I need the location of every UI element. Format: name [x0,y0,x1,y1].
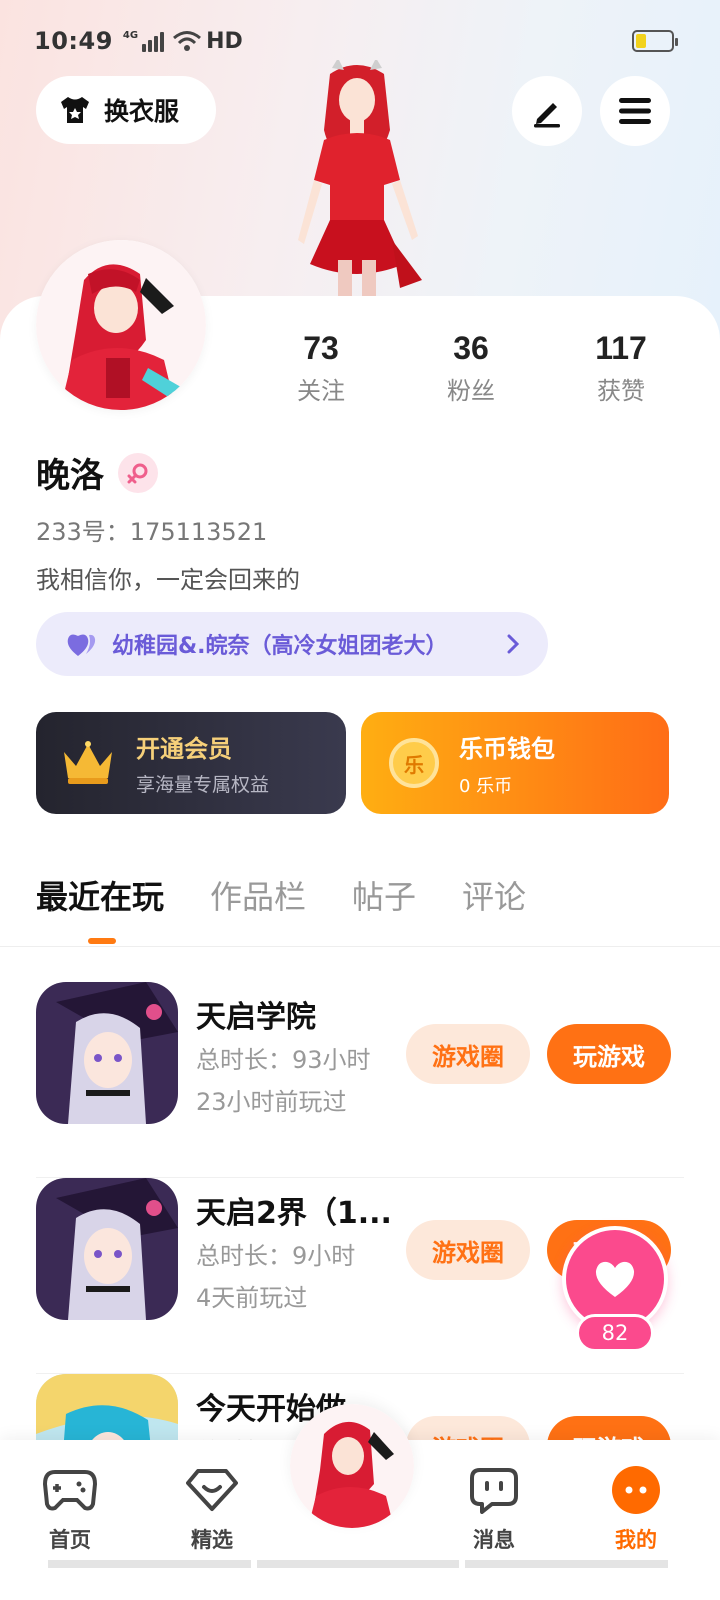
user-name: 晚洛 [36,456,104,496]
avatar[interactable] [36,240,206,410]
game-duration: 总时长：9小时 [196,1242,356,1270]
status-time: 10:49 [34,27,113,55]
game-duration: 总时长：93小时 [196,1046,371,1074]
profile-face-icon [606,1460,666,1520]
coin-glyph: 乐 [404,752,424,777]
female-icon [118,452,158,493]
coin-wallet-card[interactable]: 乐 乐币钱包 0 乐币 [361,712,669,814]
profile-tabs: 最近在玩 作品栏 帖子 评论 [36,872,526,944]
avatar-portrait-image [36,240,206,410]
double-heart-icon [67,634,96,656]
gamepad-icon [40,1460,100,1520]
game-last-played: 23小时前玩过 [196,1088,347,1116]
battery-icon [632,30,678,52]
change-outfit-label: 换衣服 [104,97,180,126]
center-avatar-image [290,1404,414,1528]
heart-icon [595,1261,635,1297]
profile-stats: 73 关注 36 粉丝 117 获赞 [246,330,696,406]
user-bio: 我相信你，一定会回来的 [36,566,300,594]
nav-home-label: 首页 [49,1528,91,1552]
heart-diamond-icon [182,1460,242,1520]
tabs-divider [0,946,720,947]
following-label: 关注 [297,377,345,405]
change-outfit-button[interactable]: 换衣服 [36,76,216,144]
tab-comments[interactable]: 评论 [462,872,526,918]
user-id: 233号：175113521 [36,518,268,546]
game-title: 天启2界（1... [196,1196,392,1231]
menu-button[interactable] [600,76,670,146]
name-row: 晚洛 [36,448,158,497]
nav-featured[interactable]: 精选 [162,1460,262,1554]
group-chip[interactable]: 幼稚园&.皖奈（高冷女姐团老大） [36,612,548,676]
list-item[interactable]: 天启学院 总时长：93小时 23小时前玩过 游戏圈 玩游戏 [36,982,684,1178]
hd-indicator: HD [206,28,243,54]
edit-profile-button[interactable] [512,76,582,146]
followers-count: 36 [453,330,489,366]
game-last-played: 4天前玩过 [196,1284,308,1312]
chat-icon [464,1460,524,1520]
followers-stat[interactable]: 36 粉丝 [396,330,546,406]
nav-home[interactable]: 首页 [20,1460,120,1554]
status-bar: 10:49 4G HD [34,24,678,58]
group-name: 幼稚园&.皖奈（高冷女姐团老大） [112,634,448,659]
following-count: 73 [303,330,339,366]
game-title: 天启学院 [196,1000,316,1035]
tab-works[interactable]: 作品栏 [210,872,306,918]
tab-recently-played[interactable]: 最近在玩 [36,872,164,944]
cellular-signal-icon: 4G [122,30,165,52]
wifi-icon [173,31,202,51]
likes-stat[interactable]: 117 获赞 [546,330,696,406]
wallet-title: 乐币钱包 [459,734,555,763]
vip-subtitle: 享海量专属权益 [136,774,270,796]
crown-icon [64,741,112,784]
nav-profile-label: 我的 [615,1528,657,1552]
play-game-button[interactable]: 玩游戏 [547,1024,671,1084]
game-thumbnail [36,982,178,1124]
followers-label: 粉丝 [447,377,495,405]
network-type: 4G [122,30,139,41]
vip-title: 开通会员 [136,735,232,763]
vip-membership-card[interactable]: 开通会员 享海量专属权益 [36,712,346,814]
nav-messages-label: 消息 [473,1528,515,1552]
following-stat[interactable]: 73 关注 [246,330,396,406]
avatar-character-figure [298,60,422,298]
game-circle-button[interactable]: 游戏圈 [406,1024,530,1084]
chevron-right-icon [507,634,520,654]
game-circle-button[interactable]: 游戏圈 [406,1220,530,1280]
nav-featured-label: 精选 [191,1528,233,1552]
tshirt-icon [61,97,89,123]
pen-icon [534,103,560,128]
nav-center-avatar-button[interactable] [290,1404,414,1528]
likes-count: 117 [595,330,647,366]
wallet-balance: 0 乐币 [459,775,513,797]
tab-posts[interactable]: 帖子 [352,872,416,918]
system-home-indicator [48,1560,669,1568]
coin-icon: 乐 [389,738,439,788]
nav-messages[interactable]: 消息 [444,1460,544,1554]
likes-label: 获赞 [597,377,645,405]
hamburger-menu-icon [619,98,651,124]
nav-profile[interactable]: 我的 [586,1460,686,1554]
like-count-badge: 82 [576,1314,654,1352]
game-thumbnail [36,1178,178,1320]
